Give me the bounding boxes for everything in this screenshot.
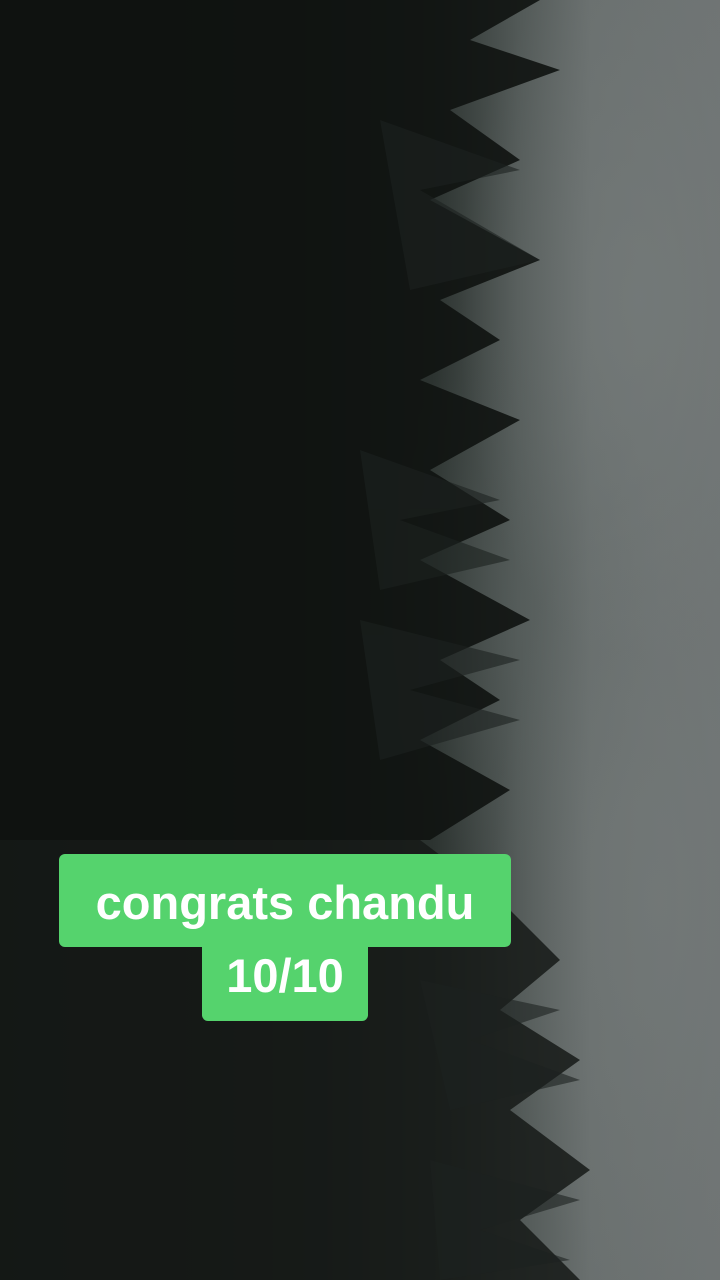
caption-line-1: congrats chandu [58,854,512,947]
caption-overlay: congrats chandu 10/10 [0,854,570,1021]
background-scene: congrats chandu 10/10 [0,0,720,1280]
caption-line-2: 10/10 [202,947,368,1021]
forest-silhouette [0,0,590,1280]
